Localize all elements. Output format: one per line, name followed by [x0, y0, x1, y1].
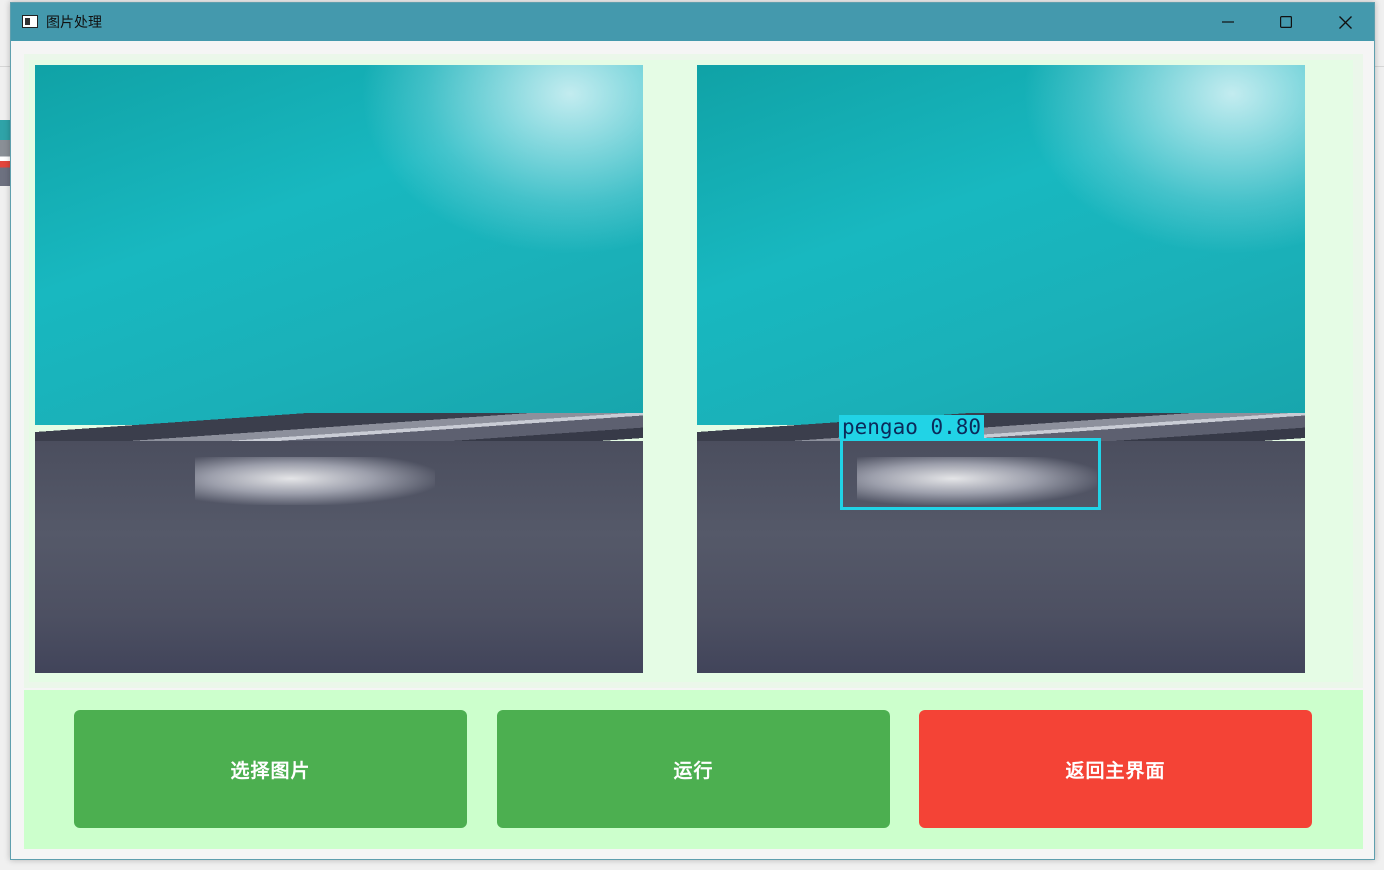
background-app-thumbnail: [0, 120, 10, 186]
detection-box: [840, 438, 1101, 510]
maximize-icon: [1280, 16, 1292, 28]
back-home-button[interactable]: 返回主界面: [919, 710, 1312, 828]
minimize-button[interactable]: [1199, 3, 1257, 41]
select-image-button[interactable]: 选择图片: [74, 710, 467, 828]
close-icon: [1338, 15, 1352, 29]
detection-label: pengao 0.80: [839, 415, 985, 439]
close-button[interactable]: [1316, 3, 1374, 41]
image-display-area: pengao 0.80: [24, 54, 1363, 688]
app-icon: [22, 15, 38, 28]
run-button[interactable]: 运行: [497, 710, 890, 828]
result-image: pengao 0.80: [697, 65, 1305, 673]
image-panel: pengao 0.80: [29, 60, 1353, 682]
window-title: 图片处理: [46, 15, 102, 31]
image-processing-window: 图片处理 pengao 0.80 选择图片 运行 返回主界面: [10, 2, 1375, 860]
title-bar[interactable]: 图片处理: [11, 3, 1374, 41]
original-image: [35, 65, 643, 673]
minimize-icon: [1222, 21, 1234, 23]
maximize-button[interactable]: [1257, 3, 1315, 41]
button-bar: 选择图片 运行 返回主界面: [24, 690, 1363, 849]
